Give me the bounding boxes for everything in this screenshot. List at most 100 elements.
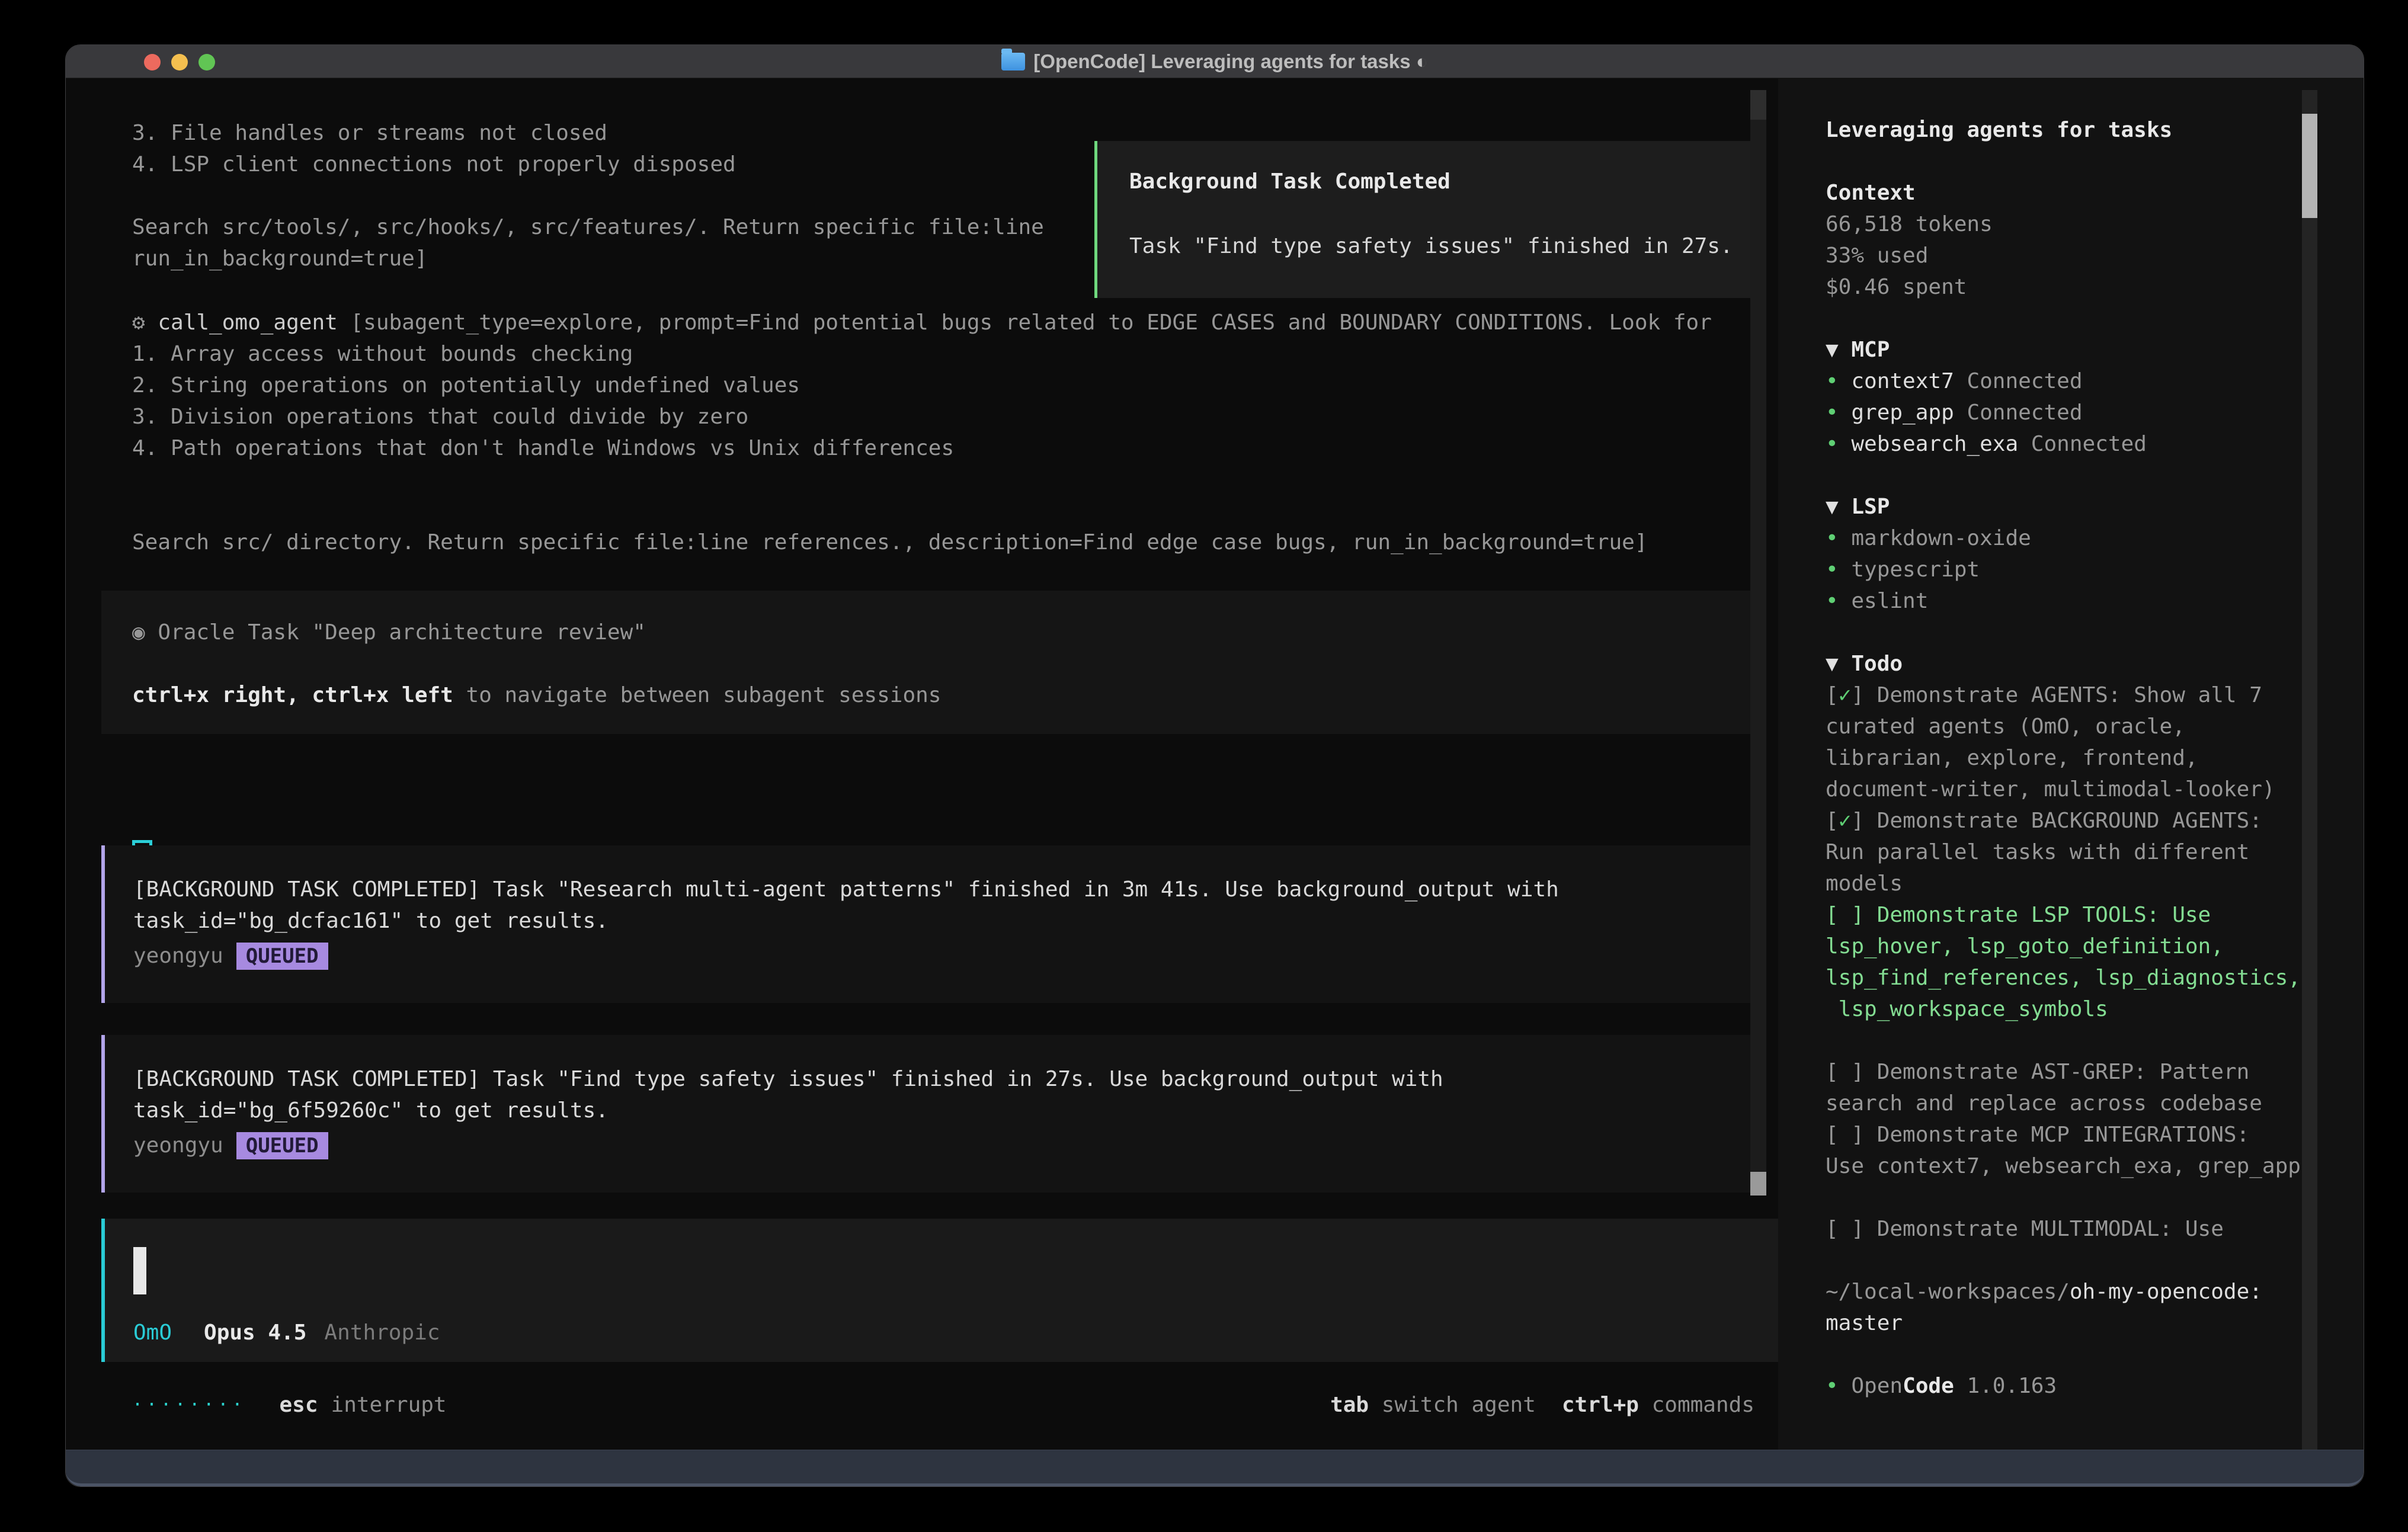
sidebar-text-segment: $0.46 spent: [1826, 275, 1967, 299]
sidebar-text-segment: models: [1826, 871, 1903, 896]
ctrlp-key: ctrl+p: [1562, 1393, 1639, 1417]
sidebar-content: Leveraging agents for tasks Context66,51…: [1826, 114, 2300, 1402]
chat-scrollbar[interactable]: [1750, 90, 1766, 1196]
sidebar-text-segment: master: [1826, 1311, 1903, 1335]
sidebar-line: master: [1826, 1307, 2300, 1339]
message-meta: yeongyu QUEUED: [133, 1130, 1754, 1161]
sidebar-scrollbar[interactable]: [2302, 90, 2317, 1450]
sidebar-line: Context: [1826, 177, 2300, 209]
sidebar-text-segment: [: [1826, 809, 1839, 833]
title-bar[interactable]: [OpenCode] Leveraging agents for tasks ◐: [66, 45, 2364, 78]
tool-name: call_omo_agent: [158, 310, 337, 335]
input-model-name: Opus 4.5: [204, 1321, 306, 1345]
tool-call-header: ⚙ call_omo_agent [subagent_type=explore,…: [132, 307, 1712, 338]
gear-icon: ⚙: [132, 310, 158, 335]
tool-call-prompt-lines: 1. Array access without bounds checking2…: [132, 338, 1712, 558]
sidebar-text-segment: curated agents (OmO, oracle,: [1826, 714, 2185, 739]
chat-area: 3. File handles or streams not closed4. …: [66, 79, 1778, 1487]
sidebar-text-segment: lsp_find_references, lsp_diagnostics,: [1826, 966, 2301, 990]
sidebar-text-segment: 1.0.163: [1954, 1374, 2057, 1398]
sidebar-text-segment: Connected: [2031, 432, 2147, 456]
chat-scrollbar-thumb[interactable]: [1750, 1172, 1766, 1196]
sidebar-line: [1826, 1245, 2300, 1276]
sidebar-text-segment: ~/local-workspaces/: [1826, 1280, 2070, 1304]
sidebar-text-segment: MCP: [1851, 338, 1890, 362]
sidebar-line: 66,518 tokens: [1826, 209, 2300, 240]
sidebar-text-segment: ✓: [1839, 683, 1852, 707]
status-bar: ········ esc interrupt tab switch agent …: [132, 1389, 1785, 1421]
spinner-dots-icon: ········: [132, 1395, 246, 1415]
sidebar-text-segment: Leveraging agents for tasks: [1826, 118, 2172, 142]
message-block: [BACKGROUND TASK COMPLETED] Task "Resear…: [101, 845, 1754, 1003]
sidebar-line: ▼ MCP: [1826, 334, 2300, 366]
maximize-button[interactable]: [198, 54, 215, 70]
sidebar-line: 33% used: [1826, 240, 2300, 271]
sidebar-text-segment: •: [1826, 369, 1851, 393]
sidebar-text-segment: [ ] Demonstrate MCP INTEGRATIONS:: [1826, 1123, 2249, 1147]
sidebar-line: [1826, 1182, 2300, 1213]
sidebar-line: [ ] Demonstrate MCP INTEGRATIONS:: [1826, 1119, 2300, 1150]
sidebar-line: [1826, 460, 2300, 491]
sidebar-text-segment: [ ] Demonstrate MULTIMODAL: Use: [1826, 1217, 2224, 1241]
sidebar-text-segment: librarian, explore, frontend,: [1826, 746, 2198, 770]
sidebar-scrollbar-thumb[interactable]: [2302, 114, 2317, 218]
oracle-hint-line: ctrl+x right, ctrl+x left to navigate be…: [132, 680, 1763, 711]
app-body: 3. File handles or streams not closed4. …: [66, 79, 2364, 1487]
esc-key-hint: esc: [280, 1393, 318, 1417]
sidebar-text-segment: Code: [1903, 1374, 1954, 1398]
sidebar-line: • typescript: [1826, 554, 2300, 585]
message-line1: [BACKGROUND TASK COMPLETED] Task "Find t…: [133, 1063, 1754, 1095]
traffic-lights: [144, 54, 215, 70]
sidebar-text-segment: Run parallel tasks with different: [1826, 840, 2249, 864]
message-block: [BACKGROUND TASK COMPLETED] Task "Find t…: [101, 1035, 1754, 1193]
sidebar-text-segment: Open: [1851, 1374, 1903, 1398]
text-line: 2. String operations on potentially unde…: [132, 370, 1712, 401]
sidebar-line: search and replace across codebase: [1826, 1088, 2300, 1119]
oracle-task-line: ◉ Oracle Task "Deep architecture review": [132, 617, 1763, 648]
sidebar-text-segment: markdown-oxide: [1851, 526, 2031, 550]
sidebar-text-segment: ▼: [1826, 652, 1851, 676]
sidebar-line: Leveraging agents for tasks: [1826, 114, 2300, 146]
sidebar-line: lsp_hover, lsp_goto_definition,: [1826, 931, 2300, 962]
sidebar-text-segment: •: [1826, 400, 1851, 425]
sidebar-text-segment: 33% used: [1826, 243, 1928, 268]
sidebar-text-segment: document-writer, multimodal-looker): [1826, 777, 2275, 802]
sidebar-text-segment: •: [1826, 526, 1851, 550]
prompt-input[interactable]: OmO Opus 4.5 Anthropic: [101, 1219, 1787, 1362]
chat-scrollbar-cap: [1750, 90, 1766, 120]
sidebar-line: ~/local-workspaces/oh-my-opencode:: [1826, 1276, 2300, 1307]
sidebar-text-segment: Use context7, websearch_exa, grep_app: [1826, 1154, 2301, 1178]
sidebar-line: curated agents (OmO, oracle,: [1826, 711, 2300, 742]
window-title-group: [OpenCode] Leveraging agents for tasks ◐: [1001, 50, 1427, 73]
message-meta: yeongyu QUEUED: [133, 940, 1754, 972]
sidebar-text-segment: websearch_exa: [1851, 432, 2031, 456]
sidebar-text-segment: ✓: [1839, 809, 1852, 833]
sidebar-line: $0.46 spent: [1826, 271, 2300, 303]
sidebar-line: document-writer, multimodal-looker): [1826, 774, 2300, 805]
sidebar-line: [1826, 617, 2300, 648]
sidebar-text-segment: ▼: [1826, 495, 1851, 519]
window-bottom-bar: [66, 1450, 2364, 1486]
sidebar-line: [1826, 303, 2300, 334]
sidebar-line: lsp_workspace_symbols: [1826, 993, 2300, 1025]
sidebar-text-segment: •: [1826, 432, 1851, 456]
sidebar-line: [✓] Demonstrate AGENTS: Show all 7: [1826, 680, 2300, 711]
sidebar-text-segment: typescript: [1851, 557, 1980, 582]
sidebar-text-segment: [ ] Demonstrate LSP TOOLS: Use: [1826, 903, 2211, 927]
text-line: [132, 180, 1044, 211]
message-line2: task_id="bg_dcfac161" to get results.: [133, 905, 1754, 937]
sidebar-line: • grep_app Connected: [1826, 397, 2300, 428]
minimize-button[interactable]: [171, 54, 188, 70]
sidebar-text-segment: •: [1826, 589, 1851, 613]
tab-label: [1369, 1393, 1382, 1417]
close-button[interactable]: [144, 54, 161, 70]
sidebar-text-segment: context7: [1851, 369, 1967, 393]
status-bar-right: tab switch agent ctrl+p commands: [1330, 1393, 1754, 1417]
message-line2: task_id="bg_6f59260c" to get results.: [133, 1095, 1754, 1126]
toast-title: Background Task Completed: [1129, 166, 1761, 197]
message-author: yeongyu: [133, 1133, 223, 1158]
message-author: yeongyu: [133, 944, 223, 968]
oracle-hint-keys: ctrl+x right, ctrl+x left: [132, 683, 453, 707]
sidebar-text-segment: oh-my-opencode:: [2070, 1280, 2262, 1304]
model-row: OmO Opus 4.5 Anthropic: [133, 1321, 440, 1345]
